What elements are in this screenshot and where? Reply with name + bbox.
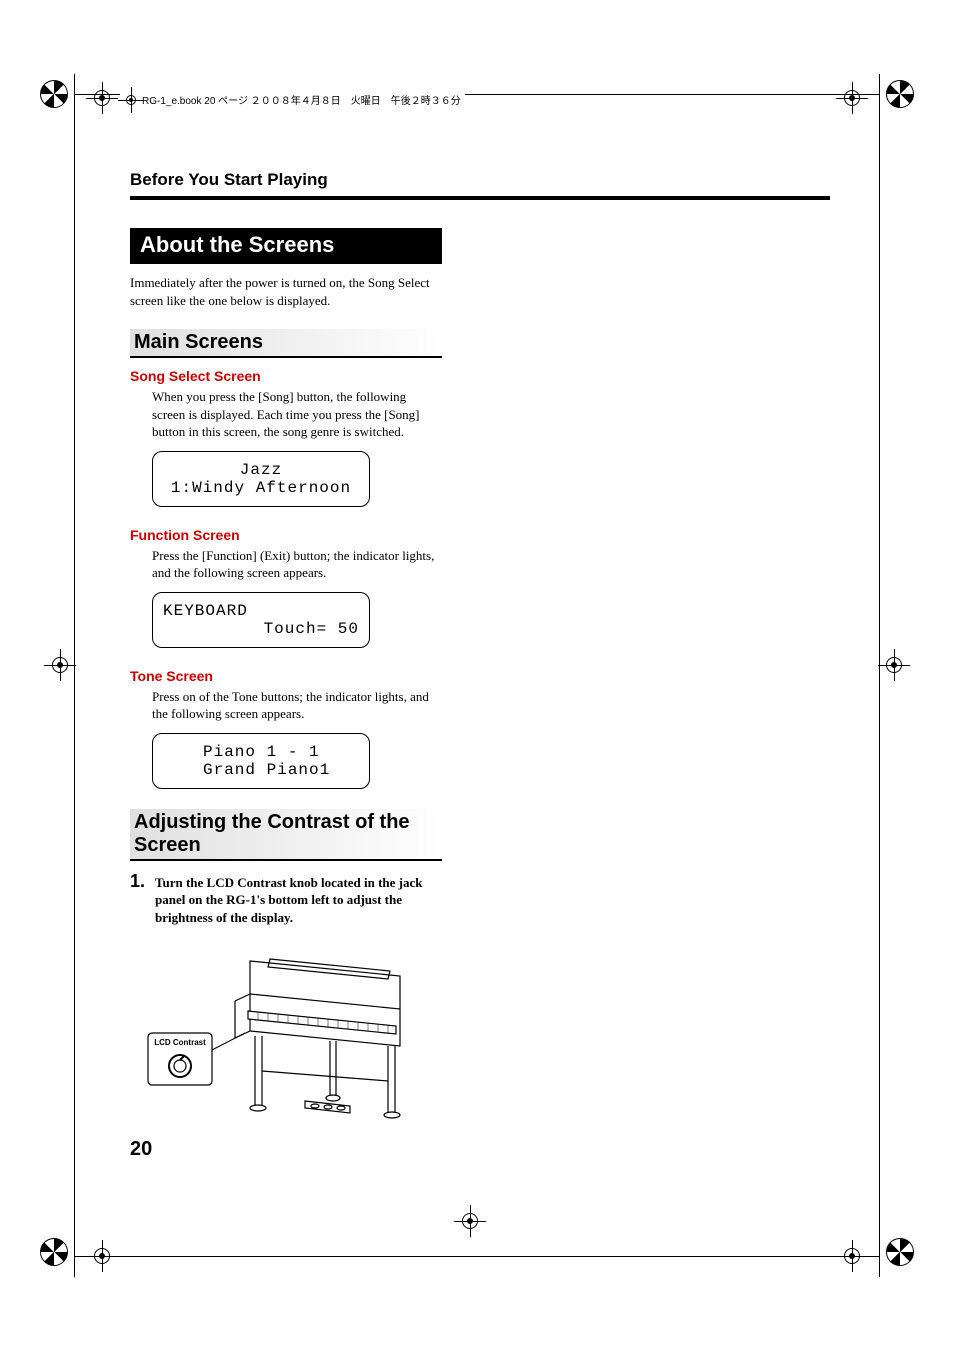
lcd-line: Piano 1 - 1 xyxy=(163,743,359,761)
subsection-contrast: Adjusting the Contrast of the Screen xyxy=(130,809,442,861)
chapter-rule xyxy=(130,196,830,200)
crop-line-bottom xyxy=(74,1256,880,1257)
registration-mark-mid-right xyxy=(884,655,904,680)
page-number: 20 xyxy=(130,1138,152,1161)
lcd-line: KEYBOARD xyxy=(163,602,359,620)
lcd-function: KEYBOARD Touch= 50 xyxy=(152,592,370,648)
page-content: Before You Start Playing About the Scree… xyxy=(130,170,830,1126)
header-note-text: RG-1_e.book 20 ページ ２００８年４月８日 火曜日 午後２時３６分 xyxy=(142,92,461,107)
step-number: 1. xyxy=(130,871,145,927)
chapter-title: Before You Start Playing xyxy=(130,170,830,190)
step-text: Turn the LCD Contrast knob located in th… xyxy=(155,871,442,927)
lcd-line: 1:Windy Afternoon xyxy=(163,479,359,497)
crop-line-left xyxy=(74,74,75,1277)
heading-song-select: Song Select Screen xyxy=(130,368,830,384)
registration-mark-top-right xyxy=(842,80,914,113)
lcd-line: Touch= 50 xyxy=(163,620,359,638)
section-heading-about-screens: About the Screens xyxy=(130,228,442,264)
intro-paragraph: Immediately after the power is turned on… xyxy=(130,274,442,309)
registration-mark-bottom-center xyxy=(460,1211,480,1236)
step-1: 1. Turn the LCD Contrast knob located in… xyxy=(130,871,442,927)
figure-lcd-contrast: LCD Contrast xyxy=(140,941,440,1126)
subsection-main-screens: Main Screens xyxy=(130,329,442,358)
heading-tone-screen: Tone Screen xyxy=(130,668,830,684)
registration-mark-top-left xyxy=(40,80,112,113)
crop-line-right xyxy=(879,74,880,1277)
body-song-select: When you press the [Song] button, the fo… xyxy=(152,388,442,441)
lcd-line: Grand Piano1 xyxy=(163,761,359,779)
print-header-note: RG-1_e.book 20 ページ ２００８年４月８日 火曜日 午後２時３６分 xyxy=(120,92,465,107)
lcd-line: Jazz xyxy=(163,461,359,479)
body-function-screen: Press the [Function] (Exit) button; the … xyxy=(152,547,442,582)
lcd-tone: Piano 1 - 1 Grand Piano1 xyxy=(152,733,370,789)
body-tone-screen: Press on of the Tone buttons; the indica… xyxy=(152,688,442,723)
callout-label: LCD Contrast xyxy=(154,1038,206,1047)
registration-mark-bottom-right xyxy=(842,1238,914,1271)
lcd-song-select: Jazz 1:Windy Afternoon xyxy=(152,451,370,507)
registration-mark-bottom-left xyxy=(40,1238,112,1271)
registration-mark-mid-left xyxy=(50,655,70,680)
heading-function-screen: Function Screen xyxy=(130,527,830,543)
